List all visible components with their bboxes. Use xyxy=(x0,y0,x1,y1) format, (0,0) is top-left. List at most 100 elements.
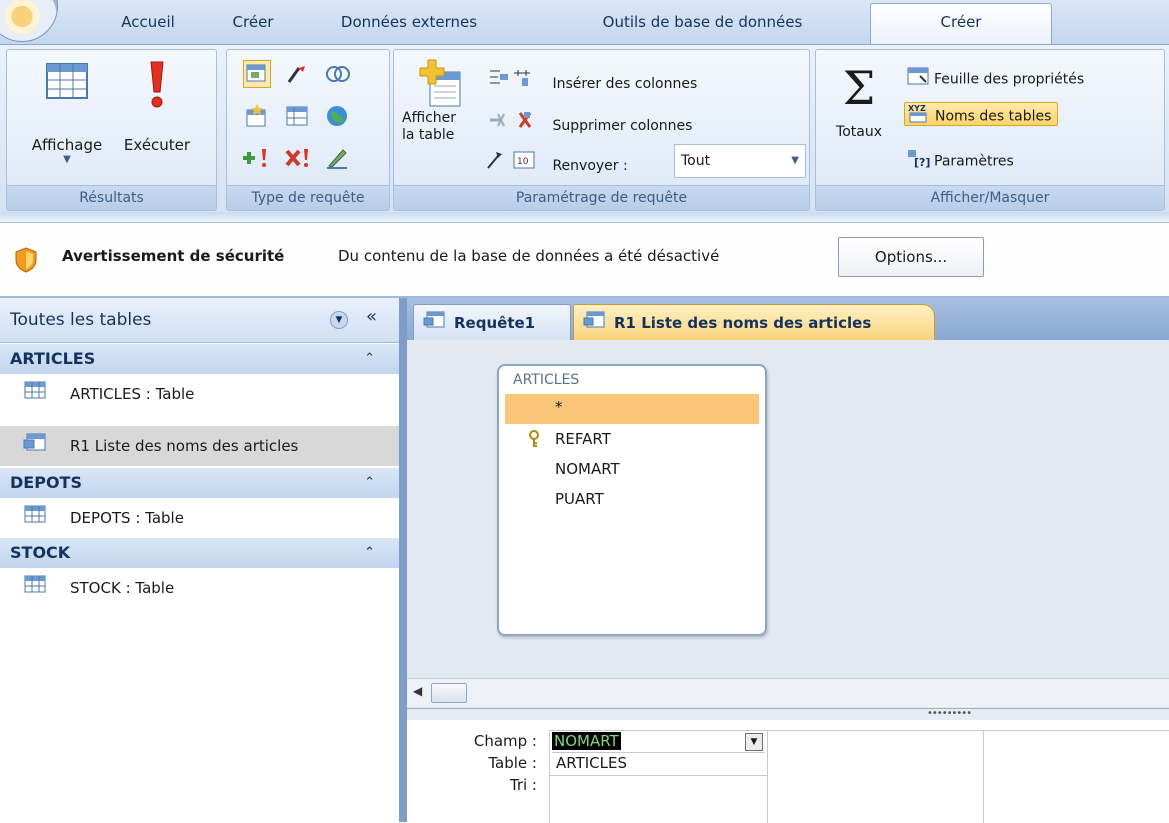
union-query-icon[interactable] xyxy=(325,62,351,90)
feuille-proprietes-label: Feuille des propriétés xyxy=(934,71,1085,88)
sigma-icon: Σ xyxy=(842,61,876,115)
svg-text:10: 10 xyxy=(517,157,529,167)
group-afficher-masquer: Σ Totaux Feuille des propriétés XYZ Noms… xyxy=(815,49,1165,211)
parametres-label: Paramètres xyxy=(934,153,1014,170)
office-button[interactable] xyxy=(0,0,58,42)
exclamation-run-icon xyxy=(150,61,164,108)
field-item-nomart[interactable]: NOMART xyxy=(555,460,620,478)
datasheet-view-icon xyxy=(46,63,88,99)
nav-header-title: Toutes les tables xyxy=(10,310,152,330)
collapse-group-icon[interactable]: ⌃ xyxy=(364,538,375,568)
renvoyer-select-value: Tout xyxy=(681,153,711,169)
security-message: Du contenu de la base de données a été d… xyxy=(338,247,720,265)
nav-item-depots-table[interactable]: DEPOTS : Table xyxy=(0,498,399,538)
query-design-window: Requête1 R1 Liste des noms des articles … xyxy=(407,298,1169,823)
parameters-icon: [?] xyxy=(906,148,934,175)
append-query-icon[interactable] xyxy=(243,102,269,132)
afficher-table-label-1: Afficher xyxy=(402,110,457,126)
affichage-label: Affichage xyxy=(31,136,103,154)
nav-menu-chevron-icon[interactable]: ▼ xyxy=(330,311,348,329)
scroll-thumb[interactable] xyxy=(431,683,467,703)
executer-label: Exécuter xyxy=(123,136,191,154)
primary-key-icon xyxy=(527,430,541,452)
feuille-proprietes-button[interactable]: Feuille des propriétés xyxy=(906,66,1084,88)
nav-item-r1-query[interactable]: R1 Liste des noms des articles xyxy=(0,426,399,466)
collapse-pane-icon[interactable]: « xyxy=(366,306,377,327)
nav-item-stock-table[interactable]: STOCK : Table xyxy=(0,568,399,608)
renvoyer-select[interactable]: Tout ▼ xyxy=(674,144,806,178)
nav-group-articles[interactable]: ARTICLES ⌃ xyxy=(0,344,399,374)
table-design-area: ARTICLES * REFART NOMART PUART xyxy=(407,340,1169,708)
doc-tab-label: R1 Liste des noms des articles xyxy=(614,314,872,332)
grid-columns: NOMART ▼ ARTICLES xyxy=(549,730,1169,823)
dropdown-arrow-icon[interactable]: ▼ xyxy=(745,733,763,751)
property-sheet-icon xyxy=(906,66,934,93)
horizontal-scrollbar[interactable]: ◀ xyxy=(407,678,1169,707)
nav-list: ARTICLES ⌃ ARTICLES : Table R1 Liste des… xyxy=(0,344,399,608)
nav-group-label: ARTICLES xyxy=(10,349,96,368)
doc-tab-r1[interactable]: R1 Liste des noms des articles xyxy=(573,304,935,341)
grid-label-champ: Champ : xyxy=(473,732,537,750)
pass-through-globe-icon[interactable] xyxy=(325,104,349,132)
nav-group-label: DEPOTS xyxy=(10,473,82,492)
field-list-title: ARTICLES xyxy=(513,372,580,388)
tab-creer-contextual[interactable]: Créer xyxy=(870,3,1052,45)
nav-group-stock[interactable]: STOCK ⌃ xyxy=(0,538,399,568)
group-resultats: Affichage ▼ Exécuter Résultats xyxy=(6,49,217,211)
collapse-group-icon[interactable]: ⌃ xyxy=(364,344,375,374)
nav-item-label: STOCK : Table xyxy=(70,579,175,597)
document-tabs: Requête1 R1 Liste des noms des articles xyxy=(407,298,1169,341)
affichage-button[interactable]: Affichage ▼ xyxy=(21,60,113,165)
executer-button[interactable]: Exécuter xyxy=(111,60,203,160)
nav-group-depots[interactable]: DEPOTS ⌃ xyxy=(0,468,399,498)
builder-return-icon: 10 xyxy=(486,150,548,177)
crosstab-query-icon[interactable] xyxy=(285,104,309,132)
field-item-refart[interactable]: REFART xyxy=(555,430,611,448)
champ-value: NOMART xyxy=(552,732,621,750)
update-query-icon[interactable] xyxy=(243,146,269,174)
grid-label-tri: Tri : xyxy=(509,776,537,794)
grid-column-2[interactable] xyxy=(766,731,984,823)
ribbon-bottom-edge xyxy=(0,212,1169,223)
group-label-parametrage: Paramétrage de requête xyxy=(394,185,809,210)
show-table-icon xyxy=(419,59,461,107)
chevron-down-icon: ▼ xyxy=(791,155,799,166)
svg-text:[?]: [?] xyxy=(914,156,930,168)
collapse-group-icon[interactable]: ⌃ xyxy=(364,468,375,498)
inserer-colonnes-button[interactable]: Insérer des colonnes xyxy=(486,68,697,92)
delete-query-icon[interactable] xyxy=(285,146,311,174)
nav-item-label: R1 Liste des noms des articles xyxy=(70,437,299,455)
afficher-table-button[interactable]: Afficher la table xyxy=(402,58,482,178)
grid-cell-table[interactable]: ARTICLES xyxy=(556,754,627,772)
field-list-window[interactable]: ARTICLES * REFART NOMART PUART xyxy=(497,364,767,636)
field-item-all[interactable]: * xyxy=(505,394,759,424)
grid-label-table: Table : xyxy=(488,754,537,772)
supprimer-colonnes-button[interactable]: Supprimer colonnes xyxy=(486,110,692,134)
tab-accueil[interactable]: Accueil xyxy=(108,8,188,36)
options-button[interactable]: Options... xyxy=(838,237,984,277)
parametres-button[interactable]: [?] Paramètres xyxy=(906,148,1014,170)
table-icon xyxy=(0,375,70,415)
tab-outils-bdd[interactable]: Outils de base de données xyxy=(560,8,845,36)
nav-item-articles-table[interactable]: ARTICLES : Table xyxy=(0,374,399,414)
scroll-left-icon[interactable]: ◀ xyxy=(413,684,422,698)
grid-column-1: NOMART ▼ ARTICLES xyxy=(549,731,768,823)
grid-cell-champ[interactable]: NOMART ▼ xyxy=(552,732,765,753)
insert-columns-icon xyxy=(486,68,548,95)
tab-donnees-externes[interactable]: Données externes xyxy=(314,8,504,36)
data-definition-icon[interactable] xyxy=(325,146,349,174)
nav-header[interactable]: Toutes les tables ▼ « xyxy=(0,298,399,343)
doc-tab-requete1[interactable]: Requête1 xyxy=(413,304,571,341)
tab-creer[interactable]: Créer xyxy=(218,8,288,36)
noms-tables-label: Noms des tables xyxy=(935,108,1052,125)
select-query-icon[interactable] xyxy=(243,60,271,88)
afficher-table-label-2: la table xyxy=(402,127,455,143)
grid-cell-tri[interactable] xyxy=(550,775,767,776)
security-shield-icon xyxy=(15,247,37,273)
noms-tables-button[interactable]: XYZ Noms des tables xyxy=(904,102,1059,126)
field-item-puart[interactable]: PUART xyxy=(555,490,604,508)
table-names-icon: XYZ xyxy=(905,103,935,130)
security-title: Avertissement de sécurité xyxy=(62,247,285,265)
totaux-button[interactable]: Σ Totaux xyxy=(824,62,894,162)
make-table-query-icon[interactable] xyxy=(285,62,309,90)
